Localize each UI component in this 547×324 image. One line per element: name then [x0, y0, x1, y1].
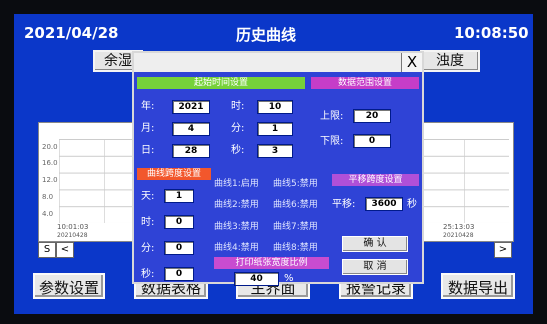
range-header: 数据范围设置 — [311, 77, 419, 89]
curve-3-toggle[interactable]: 曲线3:禁用 — [214, 221, 259, 233]
cancel-label: 取 消 — [363, 261, 387, 272]
start-day-input[interactable]: 28 — [172, 144, 210, 158]
shift-input[interactable]: 3600 — [365, 197, 403, 211]
residual-chlorine-label: 余湿 — [104, 53, 132, 69]
print-ratio-header: 打印纸张宽度比例 — [214, 257, 329, 269]
confirm-label: 确 认 — [363, 238, 387, 249]
day-label: 日: — [141, 145, 155, 156]
span-day-label: 天: — [141, 191, 155, 202]
nav-export-label: 数据导出 — [447, 279, 508, 297]
y-tick: 20.0 — [42, 143, 58, 151]
start-hour-input[interactable]: 10 — [257, 100, 293, 114]
left-time-label: 10:01:03 — [57, 223, 89, 231]
nav-export-button[interactable]: 数据导出 — [441, 273, 515, 299]
hour-label: 时: — [231, 101, 245, 112]
shift-unit: 秒 — [407, 199, 417, 210]
scroll-right-button[interactable]: > — [494, 242, 512, 258]
y-tick: 12.0 — [42, 176, 58, 184]
turbidity-button[interactable]: 浊度 — [420, 50, 480, 72]
span-hour-label: 时: — [141, 217, 155, 228]
lower-limit-input[interactable]: 0 — [353, 134, 391, 148]
confirm-button[interactable]: 确 认 — [342, 236, 408, 252]
print-ratio-unit: % — [284, 273, 294, 284]
curve-7-toggle[interactable]: 曲线7:禁用 — [273, 221, 318, 233]
minute-label: 分: — [231, 123, 245, 134]
scroll-left-button[interactable]: < — [56, 242, 74, 258]
scroll-start-button[interactable]: S — [38, 242, 56, 258]
shift-header: 平移跨度设置 — [332, 174, 419, 186]
year-label: 年: — [141, 101, 155, 112]
left-date-label: 20210428 — [57, 232, 88, 239]
start-minute-input[interactable]: 1 — [257, 122, 293, 136]
lower-limit-label: 下限: — [320, 136, 344, 147]
span-second-input[interactable]: 0 — [164, 267, 194, 281]
y-tick: 4.0 — [42, 210, 54, 218]
curve-6-toggle[interactable]: 曲线6:禁用 — [273, 199, 318, 211]
start-year-input[interactable]: 2021 — [172, 100, 210, 114]
month-label: 月: — [141, 123, 155, 134]
span-hour-input[interactable]: 0 — [164, 215, 194, 229]
scroll-start-label: S — [43, 244, 51, 255]
right-time-label: 25:13:03 — [443, 223, 475, 231]
upper-limit-label: 上限: — [320, 111, 344, 122]
start-month-input[interactable]: 4 — [172, 122, 210, 136]
span-minute-input[interactable]: 0 — [164, 241, 194, 255]
start-time-header: 起始时间设置 — [137, 77, 305, 89]
print-ratio-input[interactable]: 40 — [234, 272, 279, 286]
cancel-button[interactable]: 取 消 — [342, 259, 408, 275]
curve-8-toggle[interactable]: 曲线8:禁用 — [273, 242, 318, 254]
curve-2-toggle[interactable]: 曲线2:禁用 — [214, 199, 259, 211]
y-tick: 16.0 — [42, 159, 58, 167]
y-tick: 8.0 — [42, 193, 54, 201]
second-label: 秒: — [231, 145, 245, 156]
time-display: 10:08:50 — [454, 24, 529, 42]
upper-limit-input[interactable]: 20 — [353, 109, 391, 123]
close-icon: X — [406, 53, 418, 71]
curve-4-toggle[interactable]: 曲线4:禁用 — [214, 242, 259, 254]
curve-settings-dialog: X 起始时间设置 年: 2021 时: 10 月: 4 分: 1 日: 28 秒… — [132, 51, 424, 286]
page-title: 历史曲线 — [236, 26, 297, 44]
date-display: 2021/04/28 — [24, 24, 119, 42]
nav-params-label: 参数设置 — [38, 279, 99, 297]
start-second-input[interactable]: 3 — [257, 144, 293, 158]
dialog-title-bar — [134, 53, 422, 72]
span-minute-label: 分: — [141, 243, 155, 254]
span-day-input[interactable]: 1 — [164, 189, 194, 203]
turbidity-label: 浊度 — [436, 53, 464, 69]
shift-label: 平移: — [332, 199, 356, 210]
right-date-label: 20210428 — [443, 232, 474, 239]
curve-1-toggle[interactable]: 曲线1:启用 — [214, 178, 259, 190]
hmi-screen: 2021/04/28 历史曲线 10:08:50 余湿 浊度 20.0 16.0… — [14, 14, 533, 314]
close-button[interactable]: X — [401, 53, 422, 72]
left-arrow-icon: < — [60, 244, 70, 255]
curve-5-toggle[interactable]: 曲线5:禁用 — [273, 178, 318, 190]
span-second-label: 秒: — [141, 269, 155, 280]
span-header: 曲线跨度设置 — [137, 168, 211, 180]
right-arrow-icon: > — [498, 244, 508, 255]
nav-params-button[interactable]: 参数设置 — [33, 273, 105, 299]
